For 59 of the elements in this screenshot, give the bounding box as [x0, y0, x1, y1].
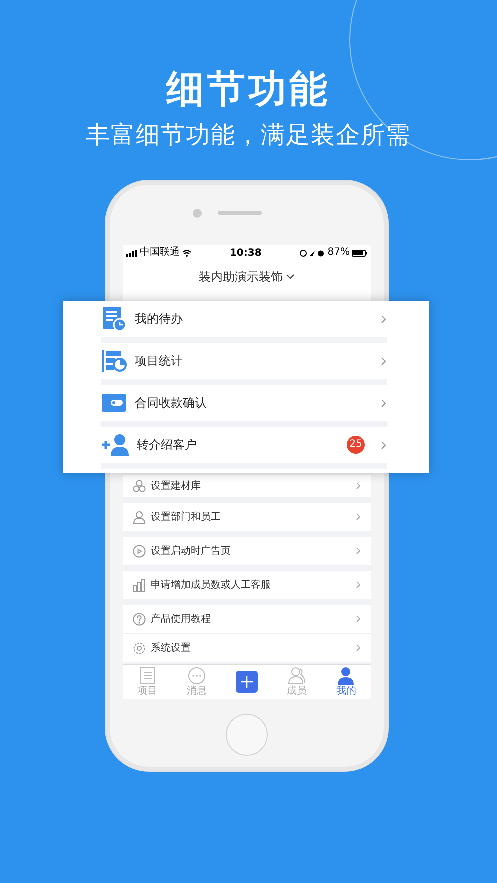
menu-icon	[133, 578, 146, 592]
menu-icon	[133, 642, 146, 654]
add-button[interactable]	[236, 671, 258, 693]
plus-icon	[240, 676, 253, 688]
battery-percent: 87%	[328, 247, 350, 259]
chevron-right-icon	[356, 547, 361, 555]
menu-row[interactable]: 产品使用教程	[123, 605, 371, 633]
chevron-down-icon	[286, 274, 295, 280]
chart-list-icon	[101, 348, 127, 374]
count-badge: 25	[347, 436, 365, 454]
menu-icon	[133, 510, 146, 524]
menu-icon	[133, 544, 146, 558]
menu-label: 设置启动时广告页	[151, 544, 232, 558]
person-icon	[338, 667, 354, 685]
company-selector[interactable]: 装内助演示装饰	[123, 261, 371, 301]
speaker-icon	[218, 211, 262, 215]
list-item[interactable]: 转介绍客户 25	[101, 427, 387, 469]
menu-label: 系统设置	[151, 642, 192, 655]
document-clock-icon	[101, 306, 127, 332]
signal-icon	[126, 250, 138, 256]
menu-row[interactable]: 设置启动时广告页	[123, 537, 371, 565]
list-item[interactable]: 项目统计	[101, 343, 387, 385]
menu-label: 产品使用教程	[151, 612, 212, 626]
tab[interactable]: 我的	[336, 667, 356, 697]
subheadline: 丰富细节功能，满足装企所需	[86, 120, 411, 150]
menu-row[interactable]: 设置建材库	[123, 475, 371, 497]
chevron-right-icon	[356, 644, 361, 652]
chevron-right-icon	[356, 513, 361, 521]
menu-label: 设置部门和员工	[151, 510, 222, 524]
item-label: 我的待办	[135, 310, 184, 328]
item-label: 转介绍客户	[137, 436, 198, 454]
list-item[interactable]: 合同收款确认	[101, 385, 387, 427]
item-label: 项目统计	[135, 352, 184, 370]
clock-time: 10:38	[230, 248, 262, 258]
menu-row[interactable]: 申请增加成员数或人工客服	[123, 571, 371, 599]
menu-row[interactable]: 设置部门和员工	[123, 503, 371, 531]
chevron-right-icon	[381, 440, 387, 450]
wifi-icon	[182, 250, 192, 256]
chevron-right-icon	[381, 314, 387, 324]
chat-icon	[188, 667, 206, 685]
carrier-label: 中国联通	[140, 247, 180, 259]
status-icons	[300, 250, 326, 256]
chevron-right-icon	[356, 615, 361, 623]
chevron-right-icon	[356, 482, 361, 490]
list-item[interactable]: 我的待办	[101, 301, 387, 343]
menu-label: 设置建材库	[151, 480, 202, 493]
headline: 细节功能	[166, 66, 330, 112]
chevron-right-icon	[381, 356, 387, 366]
chevron-right-icon	[381, 398, 387, 408]
people-icon	[288, 667, 306, 685]
list-icon	[140, 667, 156, 685]
battery-icon	[352, 250, 368, 256]
camera-icon	[192, 208, 202, 218]
menu-icon	[133, 480, 146, 492]
menu-label: 申请增加成员数或人工客服	[151, 578, 272, 592]
add-person-icon	[101, 432, 129, 458]
menu-icon	[133, 612, 146, 626]
item-label: 合同收款确认	[135, 394, 208, 412]
chevron-right-icon	[356, 581, 361, 589]
